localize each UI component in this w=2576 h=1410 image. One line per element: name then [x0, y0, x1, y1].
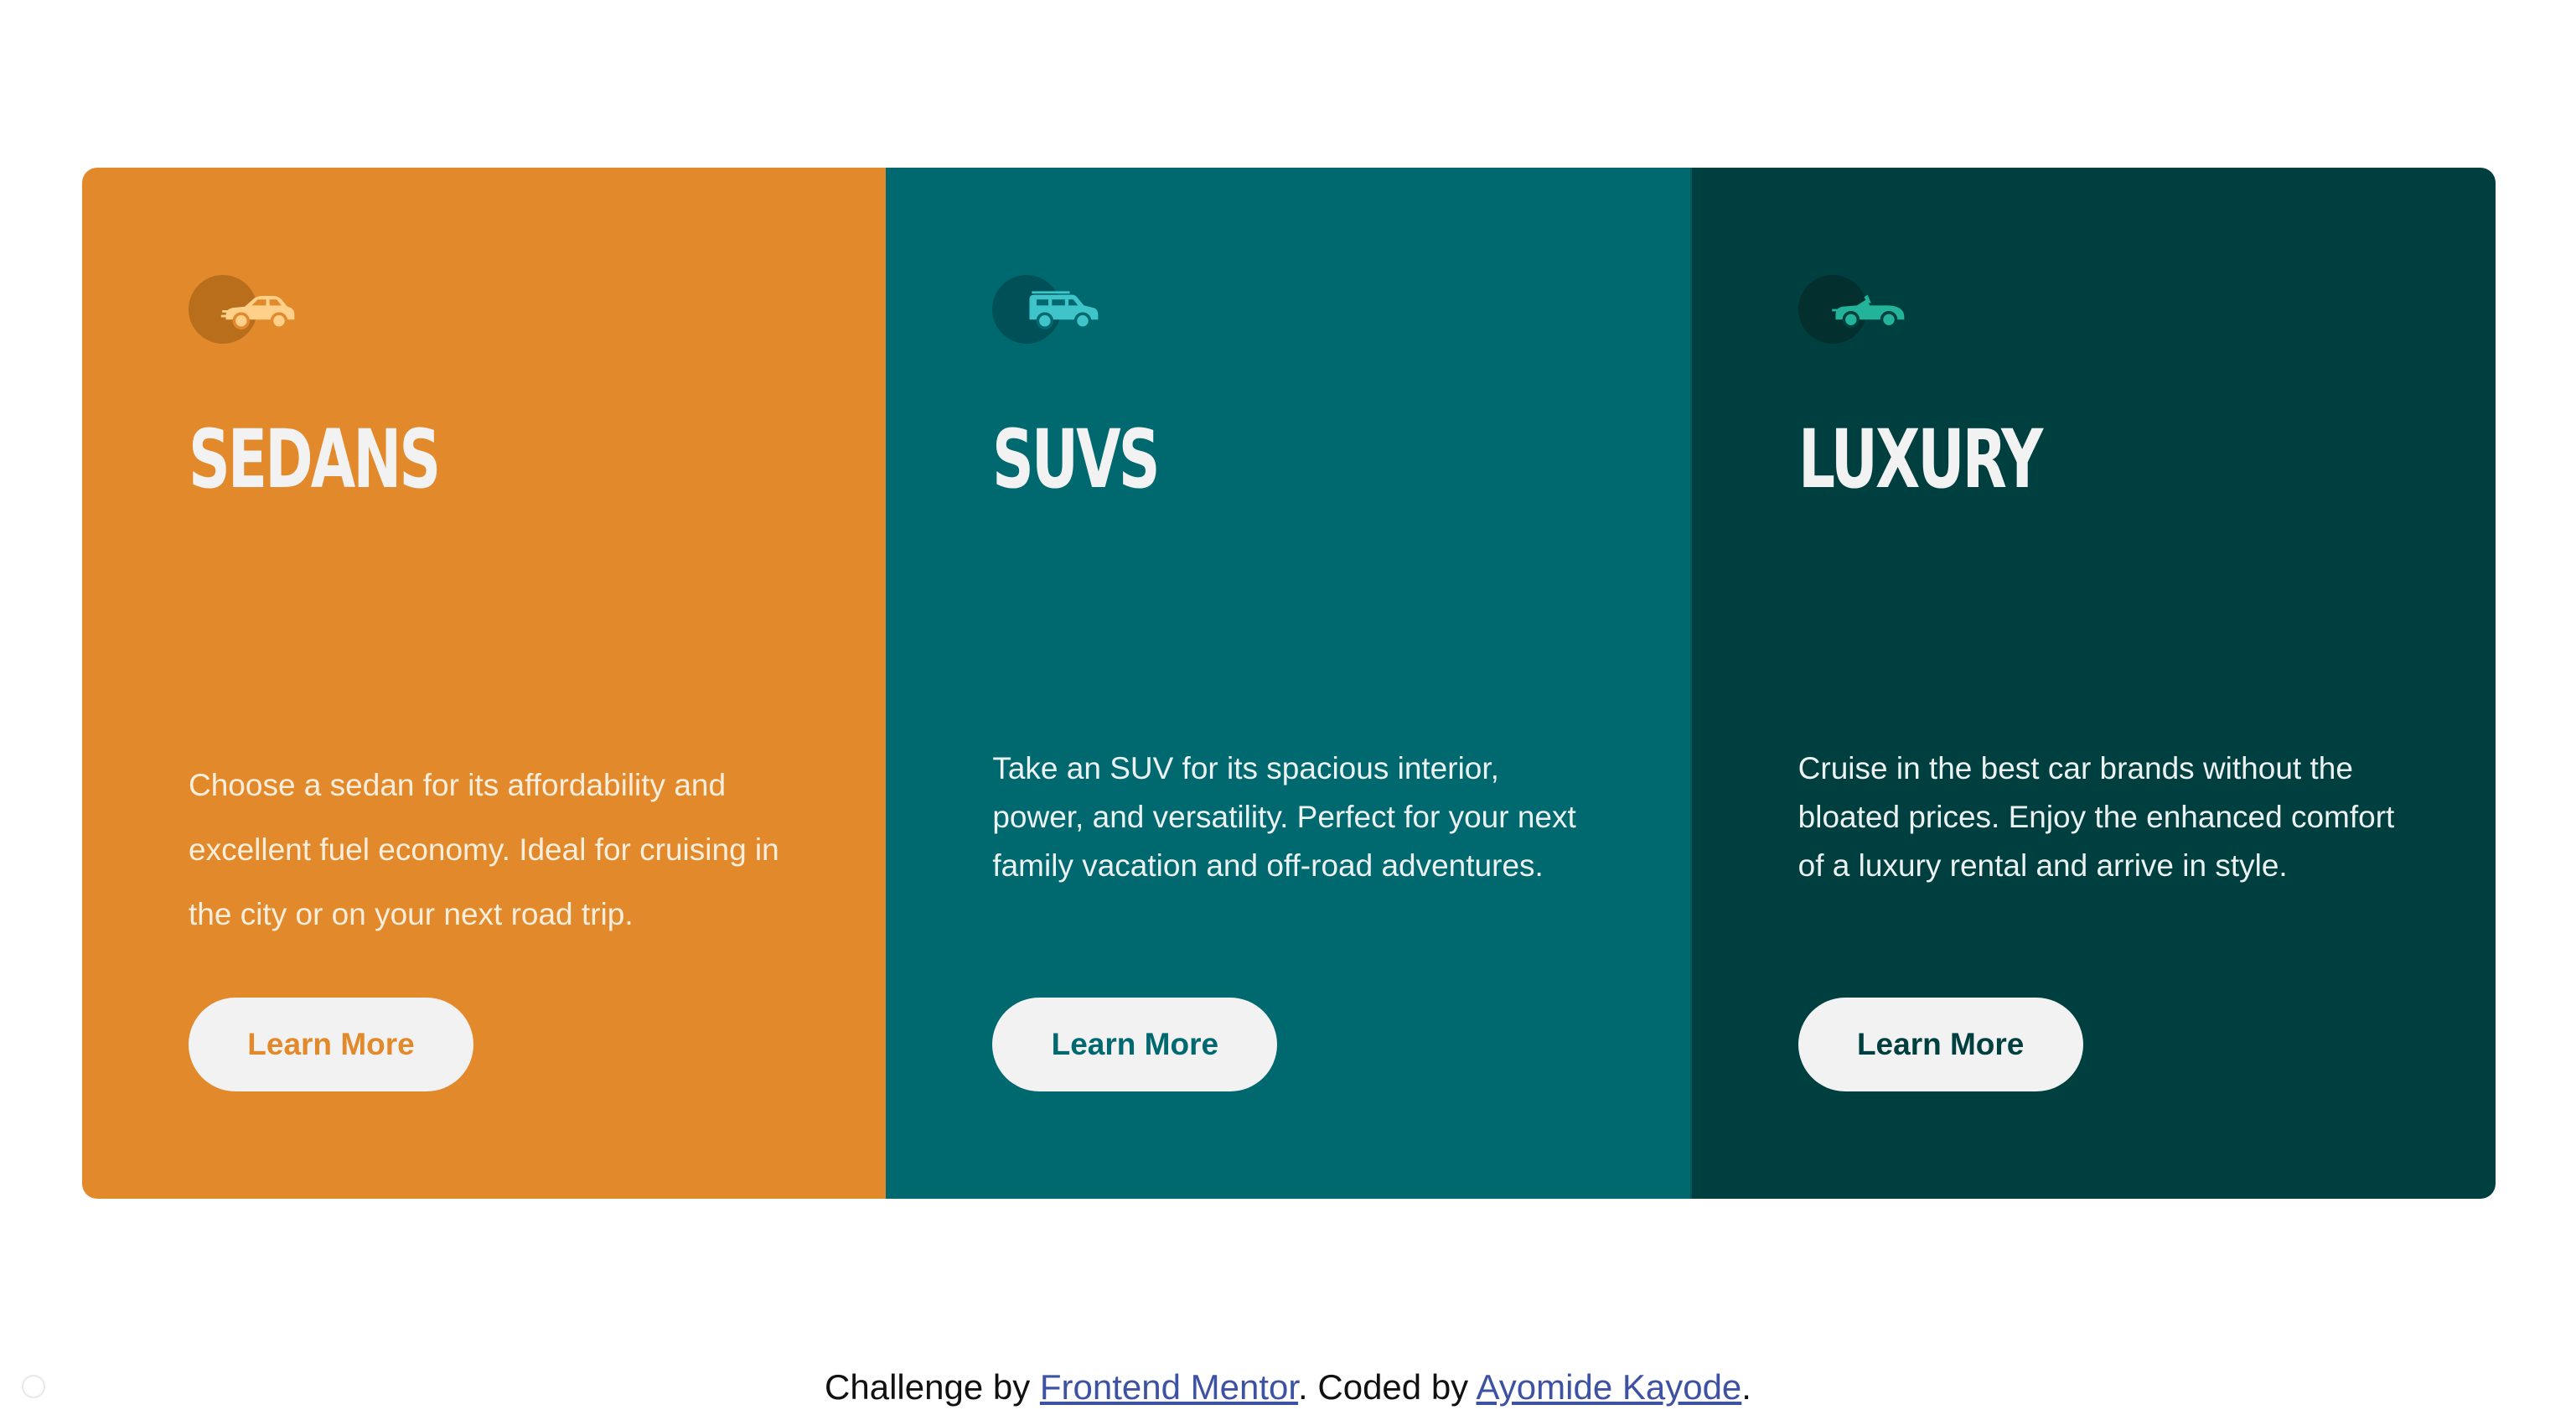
- suv-car-icon: [992, 275, 1110, 347]
- card-title: SUVS: [992, 412, 1161, 506]
- learn-more-button[interactable]: Learn More: [992, 998, 1278, 1091]
- card-title: SEDANS: [189, 412, 441, 506]
- card-title: LUXURY: [1798, 412, 2043, 506]
- card-description: Choose a sedan for its affordability and…: [189, 768, 779, 931]
- frontend-mentor-link[interactable]: Frontend Mentor: [1040, 1367, 1298, 1407]
- corner-badge-icon: [22, 1375, 45, 1398]
- card-description: Take an SUV for its spacious interior, p…: [992, 751, 1576, 883]
- sedan-car-icon: [189, 275, 306, 347]
- attribution-middle: . Coded by: [1298, 1367, 1477, 1407]
- car-cards-container: SEDANS Choose a sedan for its affordabil…: [82, 168, 2496, 1199]
- learn-more-button[interactable]: Learn More: [189, 998, 473, 1091]
- card-description: Cruise in the best car brands without th…: [1798, 751, 2395, 883]
- luxury-car-icon: [1798, 275, 1916, 347]
- sedan-car-icon-glyph: [220, 296, 295, 329]
- sedans-card: SEDANS Choose a sedan for its affordabil…: [82, 168, 887, 1199]
- attribution-footer: Challenge by Frontend Mentor. Coded by A…: [0, 1365, 2576, 1410]
- suv-car-icon-glyph: [1029, 291, 1099, 329]
- luxury-car-icon-glyph: [1831, 294, 1905, 329]
- suvs-card: SUVS Take an SUV for its spacious interi…: [886, 168, 1690, 1199]
- attribution-suffix: .: [1741, 1367, 1751, 1407]
- luxury-card: LUXURY Cruise in the best car brands wit…: [1689, 168, 2496, 1199]
- learn-more-button[interactable]: Learn More: [1798, 998, 2083, 1091]
- author-link[interactable]: Ayomide Kayode: [1477, 1367, 1742, 1407]
- attribution-prefix: Challenge by: [825, 1367, 1040, 1407]
